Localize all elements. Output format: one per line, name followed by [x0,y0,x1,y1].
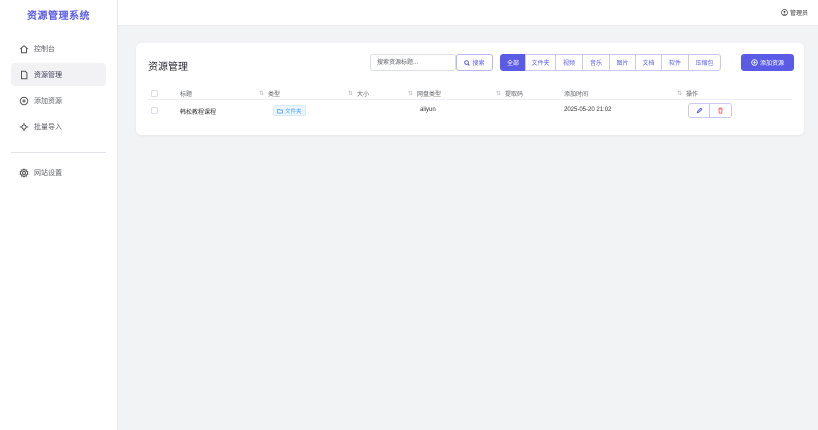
page-title: 资源管理 [148,62,188,73]
folder-icon [277,108,283,113]
sidebar-item-label: 网站设置 [34,169,62,177]
column-header-title[interactable]: 标题 [180,89,192,98]
sort-icon: ⇅ [408,91,414,97]
column-header-added-time[interactable]: 添加时间 [564,89,588,98]
top-bar: 管理员 [118,0,818,26]
sort-icon: ⇅ [348,91,354,97]
search-icon [464,59,471,66]
column-header-extract-code[interactable]: ⇅ 提取码 [496,89,523,98]
column-header-size[interactable]: ⇅ 大小 [348,89,369,98]
filter-video[interactable]: 视频 [555,54,583,71]
type-filter-group: 全部 文件夹 视频 音乐 图片 文档 软件 压缩包 [500,54,721,71]
sidebar-item-dashboard[interactable]: 控制台 [11,37,106,60]
sidebar-item-label: 批量导入 [34,123,62,131]
filter-document[interactable]: 文档 [635,54,662,71]
sidebar-item-batch-import[interactable]: 批量导入 [11,115,106,138]
pencil-icon [696,107,703,114]
sidebar-item-label: 添加资源 [34,97,62,105]
sort-icon: ⇅ [259,91,265,97]
sort-icon: ⇅ [677,91,683,97]
select-all-checkbox[interactable] [151,90,158,97]
type-tag: 文件夹 [273,105,306,116]
column-header-disk-type[interactable]: ⇅ 网盘类型 [408,89,441,98]
user-name: 管理员 [789,11,808,17]
table-header: 标题 ⇅ 类型 ⇅ 大小 ⇅ 网盘类型 ⇅ 提取码 添加时间 ⇅ 操作 [148,87,792,100]
user-menu[interactable]: 管理员 [781,8,808,17]
resource-disk-type: aliyun [420,107,436,113]
edit-button[interactable] [688,103,710,118]
import-icon [19,122,29,131]
sidebar-item-label: 控制台 [34,45,55,53]
sidebar-item-site-settings[interactable]: 网站设置 [11,161,106,184]
sidebar-item-add-resource[interactable]: 添加资源 [11,89,106,112]
resource-added-time: 2025-05-20 21:02 [564,107,612,113]
add-resource-button[interactable]: 添加资源 [741,54,794,71]
resource-title[interactable]: 韩松教程课程 [180,107,216,116]
filter-music[interactable]: 音乐 [582,54,610,71]
plus-circle-icon [19,96,29,105]
plus-circle-icon [751,59,758,66]
app-title: 资源管理系统 [27,10,90,22]
sidebar-divider [11,152,106,153]
user-icon [781,9,788,16]
filter-image[interactable]: 图片 [609,54,636,71]
search-input[interactable] [370,54,456,71]
sidebar-item-label: 资源管理 [34,71,62,79]
sort-icon: ⇅ [496,91,502,97]
row-actions [688,103,732,118]
sidebar: 资源管理系统 控制台 资源管理 添加资源 批量导入 网站设置 [0,0,118,430]
home-icon [19,44,29,53]
gear-icon [19,167,29,178]
search-button[interactable]: 搜索 [456,54,493,71]
sidebar-item-resources[interactable]: 资源管理 [11,63,106,86]
filter-all[interactable]: 全部 [500,54,526,71]
trash-icon [718,107,723,114]
resource-card: 资源管理 搜索 全部 文件夹 视频 音乐 图片 文档 软件 压缩包 添加资源 标… [136,43,804,135]
delete-button[interactable] [710,103,732,118]
table-row: 韩松教程课程 文件夹 aliyun 2025-05-20 21:02 [148,100,792,122]
filter-folder[interactable]: 文件夹 [525,54,556,71]
row-checkbox[interactable] [151,107,158,114]
column-header-actions: ⇅ 操作 [677,91,699,98]
column-header-type[interactable]: ⇅ 类型 [259,89,280,98]
filter-software[interactable]: 软件 [661,54,689,71]
file-icon [21,70,28,79]
filter-archive[interactable]: 压缩包 [688,54,721,71]
sidebar-nav: 控制台 资源管理 添加资源 批量导入 网站设置 [0,28,117,184]
